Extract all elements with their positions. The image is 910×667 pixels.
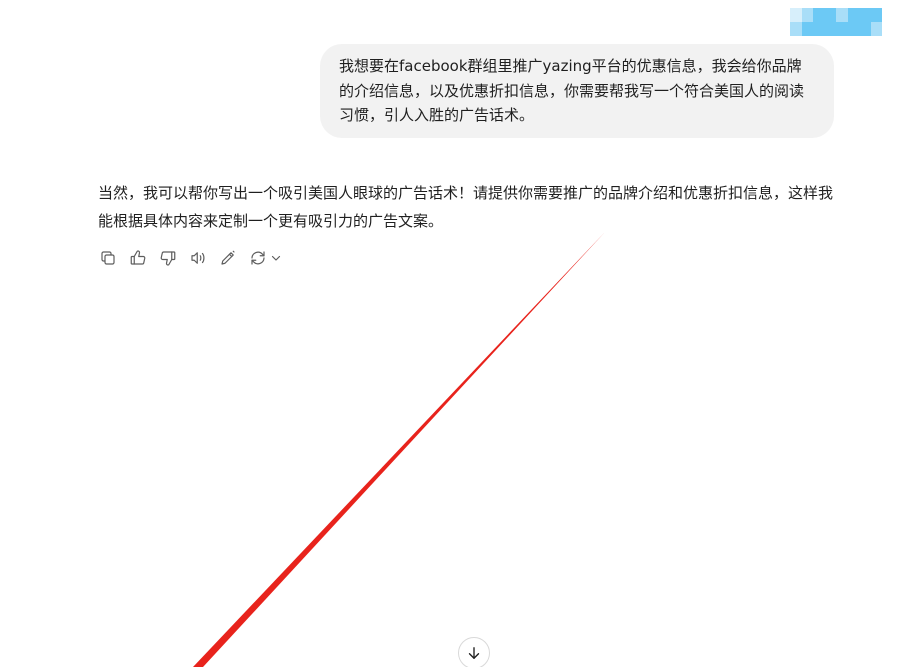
edit-button[interactable]: [216, 246, 240, 270]
regenerate-menu-chevron[interactable]: [270, 249, 282, 268]
thumbs-down-icon: [160, 251, 176, 266]
arrow-down-icon: [468, 647, 480, 659]
read-aloud-icon: [191, 252, 205, 264]
regenerate-button[interactable]: [246, 246, 282, 270]
read-aloud-button[interactable]: [186, 246, 210, 270]
chat-page: 我想要在facebook群组里推广yazing平台的优惠信息，我会给你品牌的介绍…: [0, 0, 910, 667]
edit-icon: [221, 250, 235, 265]
chevron-down-icon: [271, 255, 281, 261]
thumbs-up-icon: [130, 250, 146, 265]
thumbs-down-button[interactable]: [156, 246, 180, 270]
user-message-bubble: 我想要在facebook群组里推广yazing平台的优惠信息，我会给你品牌的介绍…: [320, 44, 834, 138]
copy-icon: [101, 251, 115, 265]
message-action-bar: [96, 246, 282, 270]
assistant-message: 当然，我可以帮你写出一个吸引美国人眼球的广告话术！请提供你需要推广的品牌介绍和优…: [98, 184, 834, 230]
scroll-to-bottom-button[interactable]: [458, 637, 490, 667]
regenerate-icon-wrap: [246, 246, 270, 270]
regenerate-icon: [251, 251, 265, 265]
thumbs-up-button[interactable]: [126, 246, 150, 270]
copy-button[interactable]: [96, 246, 120, 270]
blurred-avatar: [790, 8, 882, 36]
